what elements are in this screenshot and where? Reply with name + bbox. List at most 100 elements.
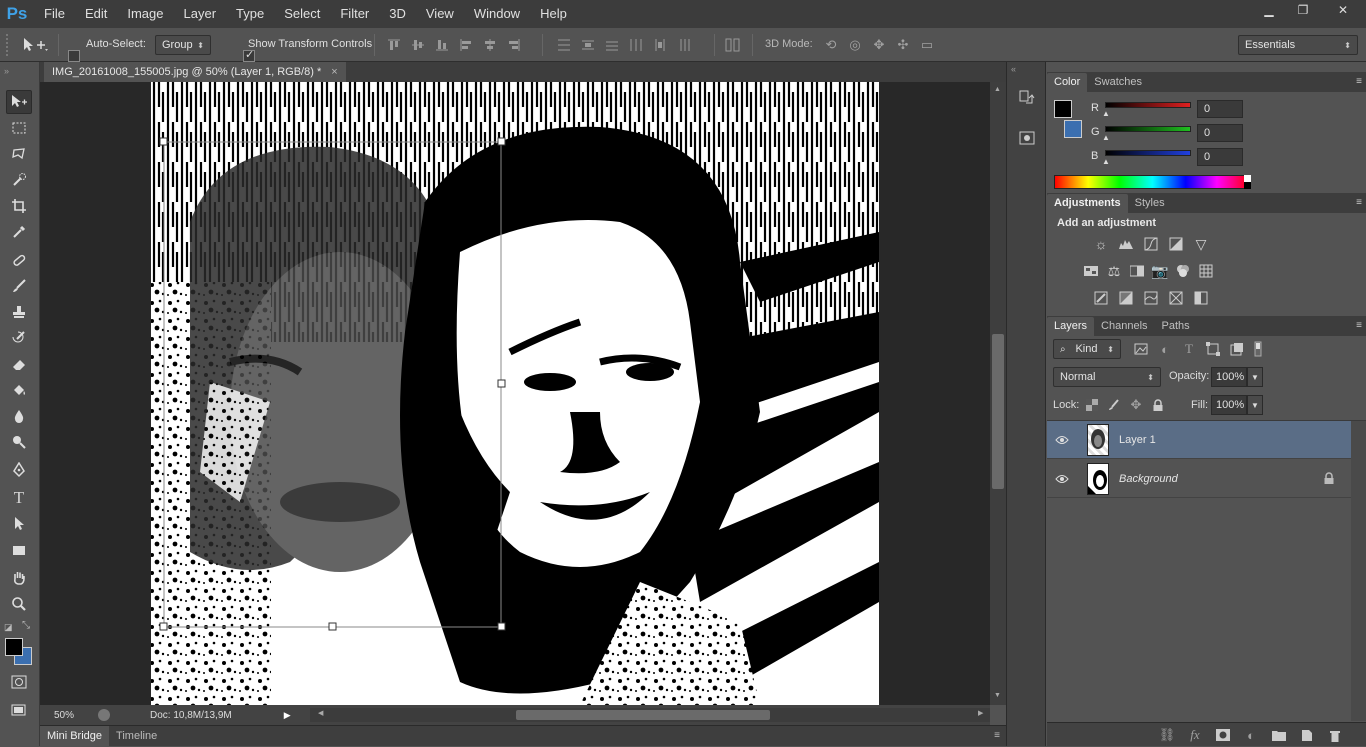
menu-edit[interactable]: Edit [75, 0, 117, 28]
menu-select[interactable]: Select [274, 0, 330, 28]
distribute-right-icon[interactable] [676, 37, 692, 53]
screen-mode-icon[interactable] [6, 698, 32, 722]
dock-collapse-icon[interactable]: « [1011, 64, 1016, 74]
layer-name[interactable]: Background [1119, 473, 1178, 485]
workspace-dropdown[interactable]: Essentials ⬍ [1238, 35, 1358, 55]
status-info-icon[interactable] [98, 709, 110, 721]
green-value-field[interactable]: 0 [1197, 124, 1243, 142]
layer-row[interactable]: Layer 1 [1047, 421, 1351, 459]
vertical-scroll-thumb[interactable] [992, 334, 1004, 489]
document-canvas[interactable] [40, 82, 990, 705]
clone-stamp-tool-icon[interactable] [6, 300, 32, 324]
3d-scale-icon[interactable]: ▭ [918, 36, 936, 54]
pen-tool-icon[interactable] [6, 458, 32, 482]
layers-scroll-track[interactable] [1351, 421, 1366, 721]
layer-name[interactable]: Layer 1 [1119, 434, 1156, 446]
channel-mixer-icon[interactable] [1174, 262, 1192, 280]
posterize-icon[interactable] [1117, 289, 1135, 307]
hue-saturation-icon[interactable] [1082, 262, 1100, 280]
layer-filter-dropdown[interactable]: ⌕ Kind ⬍ [1053, 339, 1121, 359]
lock-position-icon[interactable]: ✥ [1129, 397, 1143, 413]
lock-image-pixels-icon[interactable] [1107, 397, 1121, 413]
slider-thumb-icon[interactable]: ▲ [1102, 133, 1110, 142]
fill-field[interactable]: 100% [1211, 395, 1247, 415]
show-transform-checkbox[interactable] [243, 48, 255, 62]
auto-select-dropdown[interactable]: Group ⬍ [155, 35, 211, 55]
transform-handle[interactable] [159, 622, 168, 631]
transform-handle[interactable] [497, 379, 506, 388]
exposure-icon[interactable] [1167, 235, 1185, 253]
3d-rotate-icon[interactable]: ⟲ [822, 36, 840, 54]
eyedropper-tool-icon[interactable] [6, 220, 32, 244]
add-mask-icon[interactable] [1215, 727, 1231, 743]
minimize-button[interactable]: ▁ [1252, 0, 1286, 20]
tab-styles[interactable]: Styles [1128, 194, 1172, 213]
distribute-bottom-icon[interactable] [604, 37, 620, 53]
new-adjustment-layer-icon[interactable]: ◐ [1243, 727, 1259, 743]
layer-row[interactable]: Background [1047, 460, 1351, 498]
transform-handle[interactable] [497, 622, 506, 631]
restore-button[interactable]: ❐ [1286, 0, 1320, 20]
tab-color[interactable]: Color [1047, 73, 1088, 92]
scroll-right-icon[interactable]: ▶ [978, 709, 983, 717]
quick-mask-icon[interactable] [6, 670, 32, 694]
align-vcenter-icon[interactable] [410, 37, 426, 53]
rectangle-tool-icon[interactable] [6, 538, 32, 562]
color-balance-icon[interactable]: ⚖ [1105, 262, 1123, 280]
filter-type-icon[interactable]: T [1181, 340, 1197, 358]
foreground-color-swatch[interactable] [5, 638, 23, 656]
red-value-field[interactable]: 0 [1197, 100, 1243, 118]
transform-handle[interactable] [159, 137, 168, 146]
scroll-up-icon[interactable]: ▲ [994, 86, 1001, 93]
canvas-area[interactable] [40, 82, 990, 705]
properties-panel-icon[interactable] [1015, 126, 1039, 150]
marquee-tool-icon[interactable] [6, 116, 32, 140]
gradient-map-icon[interactable] [1167, 289, 1185, 307]
fill-dropdown-arrow-icon[interactable]: ▼ [1247, 395, 1263, 415]
curves-icon[interactable] [1142, 235, 1160, 253]
quick-selection-tool-icon[interactable] [6, 168, 32, 192]
scroll-down-icon[interactable]: ▼ [994, 692, 1001, 699]
panel-menu-icon[interactable]: ≡ [994, 730, 1000, 741]
document-tab[interactable]: IMG_20161008_155005.jpg @ 50% (Layer 1, … [44, 62, 346, 82]
menu-filter[interactable]: Filter [330, 0, 379, 28]
tab-timeline[interactable]: Timeline [109, 726, 164, 747]
menu-layer[interactable]: Layer [174, 0, 227, 28]
layers-panel-menu-icon[interactable]: ≡ [1356, 320, 1362, 331]
white-swatch[interactable] [1244, 175, 1251, 182]
menu-image[interactable]: Image [117, 0, 173, 28]
3d-slide-icon[interactable]: ✣ [894, 36, 912, 54]
green-slider[interactable] [1105, 126, 1191, 132]
menu-help[interactable]: Help [530, 0, 577, 28]
hand-tool-icon[interactable] [6, 566, 32, 590]
distribute-top-icon[interactable] [556, 37, 572, 53]
lock-all-icon[interactable] [1151, 397, 1165, 413]
opacity-dropdown-arrow-icon[interactable]: ▼ [1247, 367, 1263, 387]
tab-swatches[interactable]: Swatches [1087, 73, 1149, 92]
blue-value-field[interactable]: 0 [1197, 148, 1243, 166]
transform-handle[interactable] [497, 137, 506, 146]
3d-roll-icon[interactable]: ◎ [846, 36, 864, 54]
brush-tool-icon[interactable] [6, 274, 32, 298]
align-bottom-icon[interactable] [434, 37, 450, 53]
auto-select-checkbox[interactable] [68, 49, 80, 62]
visibility-eye-icon[interactable] [1047, 474, 1077, 484]
distribute-hcenter-icon[interactable] [652, 37, 668, 53]
panel-foreground-swatch[interactable] [1054, 100, 1072, 118]
blur-tool-icon[interactable] [6, 404, 32, 428]
eraser-tool-icon[interactable] [6, 352, 32, 376]
threshold-icon[interactable] [1142, 289, 1160, 307]
swap-colors-icon[interactable]: ⤡ [22, 620, 30, 631]
zoom-level[interactable]: 50% [54, 710, 94, 721]
move-tool-preset-icon[interactable] [20, 35, 50, 55]
auto-align-icon[interactable] [724, 37, 742, 53]
toolbar-collapse-icon[interactable]: » [4, 66, 9, 76]
align-hcenter-icon[interactable] [482, 37, 498, 53]
3d-drag-icon[interactable]: ✥ [870, 36, 888, 54]
menu-window[interactable]: Window [464, 0, 530, 28]
paint-bucket-tool-icon[interactable] [6, 378, 32, 402]
delete-layer-icon[interactable] [1327, 727, 1343, 743]
close-tab-icon[interactable]: × [331, 66, 337, 78]
new-layer-icon[interactable] [1299, 727, 1315, 743]
move-tool-icon[interactable] [6, 90, 32, 114]
